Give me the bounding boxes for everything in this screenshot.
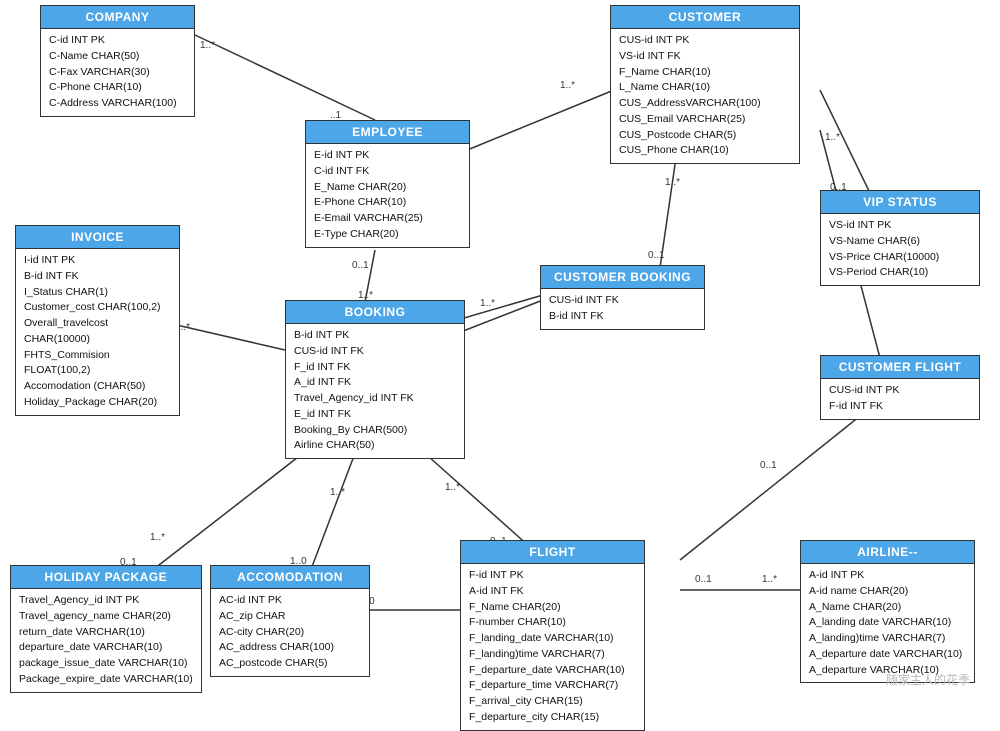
accomodation-body: AC-id INT PK AC_zip CHAR AC-city CHAR(20…	[211, 589, 369, 676]
airline-body: A-id INT PK A-id name CHAR(20) A_Name CH…	[801, 564, 974, 682]
customer-flight-header: CUSTOMER FLIGHT	[821, 356, 979, 379]
employee-body: E-id INT PK C-id INT FK E_Name CHAR(20) …	[306, 144, 469, 247]
booking-entity: BOOKING B-id INT PK CUS-id INT FK F_id I…	[285, 300, 465, 459]
booking-body: B-id INT PK CUS-id INT FK F_id INT FK A_…	[286, 324, 464, 458]
svg-text:1..*: 1..*	[150, 532, 165, 543]
holiday-package-entity: HOLIDAY PACKAGE Travel_Agency_id INT PK …	[10, 565, 202, 693]
holiday-package-header: HOLIDAY PACKAGE	[11, 566, 201, 589]
customer-booking-entity: CUSTOMER BOOKING CUS-id INT FK B-id INT …	[540, 265, 705, 330]
booking-header: BOOKING	[286, 301, 464, 324]
vip-status-body: VS-id INT PK VS-Name CHAR(6) VS-Price CH…	[821, 214, 979, 285]
flight-entity: FLIGHT F-id INT PK A-id INT FK F_Name CH…	[460, 540, 645, 731]
svg-text:1..*: 1..*	[560, 80, 575, 91]
employee-entity: EMPLOYEE E-id INT PK C-id INT FK E_Name …	[305, 120, 470, 248]
svg-text:1..*: 1..*	[665, 177, 680, 188]
customer-booking-body: CUS-id INT FK B-id INT FK	[541, 289, 704, 329]
holiday-package-body: Travel_Agency_id INT PK Travel_agency_na…	[11, 589, 201, 692]
customer-flight-body: CUS-id INT PK F-id INT FK	[821, 379, 979, 419]
employee-header: EMPLOYEE	[306, 121, 469, 144]
customer-flight-entity: CUSTOMER FLIGHT CUS-id INT PK F-id INT F…	[820, 355, 980, 420]
customer-header: CUSTOMER	[611, 6, 799, 29]
svg-text:1..*: 1..*	[480, 298, 495, 309]
flight-body: F-id INT PK A-id INT FK F_Name CHAR(20) …	[461, 564, 644, 730]
svg-text:0..1: 0..1	[695, 574, 712, 585]
vip-status-entity: VIP STATUS VS-id INT PK VS-Name CHAR(6) …	[820, 190, 980, 286]
watermark: 随家主人的花季	[886, 671, 970, 688]
airline-entity: AIRLINE-- A-id INT PK A-id name CHAR(20)…	[800, 540, 975, 683]
svg-text:1..*: 1..*	[825, 132, 840, 143]
airline-header: AIRLINE--	[801, 541, 974, 564]
company-body: C-id INT PK C-Name CHAR(50) C-Fax VARCHA…	[41, 29, 194, 116]
accomodation-header: ACCOMODATION	[211, 566, 369, 589]
customer-body: CUS-id INT PK VS-id INT FK F_Name CHAR(1…	[611, 29, 799, 163]
svg-text:0..1: 0..1	[760, 460, 777, 471]
flight-header: FLIGHT	[461, 541, 644, 564]
svg-text:1..*: 1..*	[200, 40, 215, 51]
vip-status-header: VIP STATUS	[821, 191, 979, 214]
svg-text:1..*: 1..*	[445, 482, 460, 493]
company-header: COMPANY	[41, 6, 194, 29]
svg-text:1..*: 1..*	[762, 574, 777, 585]
invoice-header: INVOICE	[16, 226, 179, 249]
svg-text:0..1: 0..1	[352, 260, 369, 271]
company-entity: COMPANY C-id INT PK C-Name CHAR(50) C-Fa…	[40, 5, 195, 117]
invoice-entity: INVOICE I-id INT PK B-id INT FK I_Status…	[15, 225, 180, 416]
accomodation-entity: ACCOMODATION AC-id INT PK AC_zip CHAR AC…	[210, 565, 370, 677]
svg-text:1..*: 1..*	[330, 487, 345, 498]
erd-diagram: 1..* 0..1 ..1 1..* 1..* 0..1 1..* 0..1 1…	[0, 0, 1000, 700]
customer-entity: CUSTOMER CUS-id INT PK VS-id INT FK F_Na…	[610, 5, 800, 164]
customer-booking-header: CUSTOMER BOOKING	[541, 266, 704, 289]
svg-text:0..1: 0..1	[648, 250, 665, 261]
invoice-body: I-id INT PK B-id INT FK I_Status CHAR(1)…	[16, 249, 179, 415]
